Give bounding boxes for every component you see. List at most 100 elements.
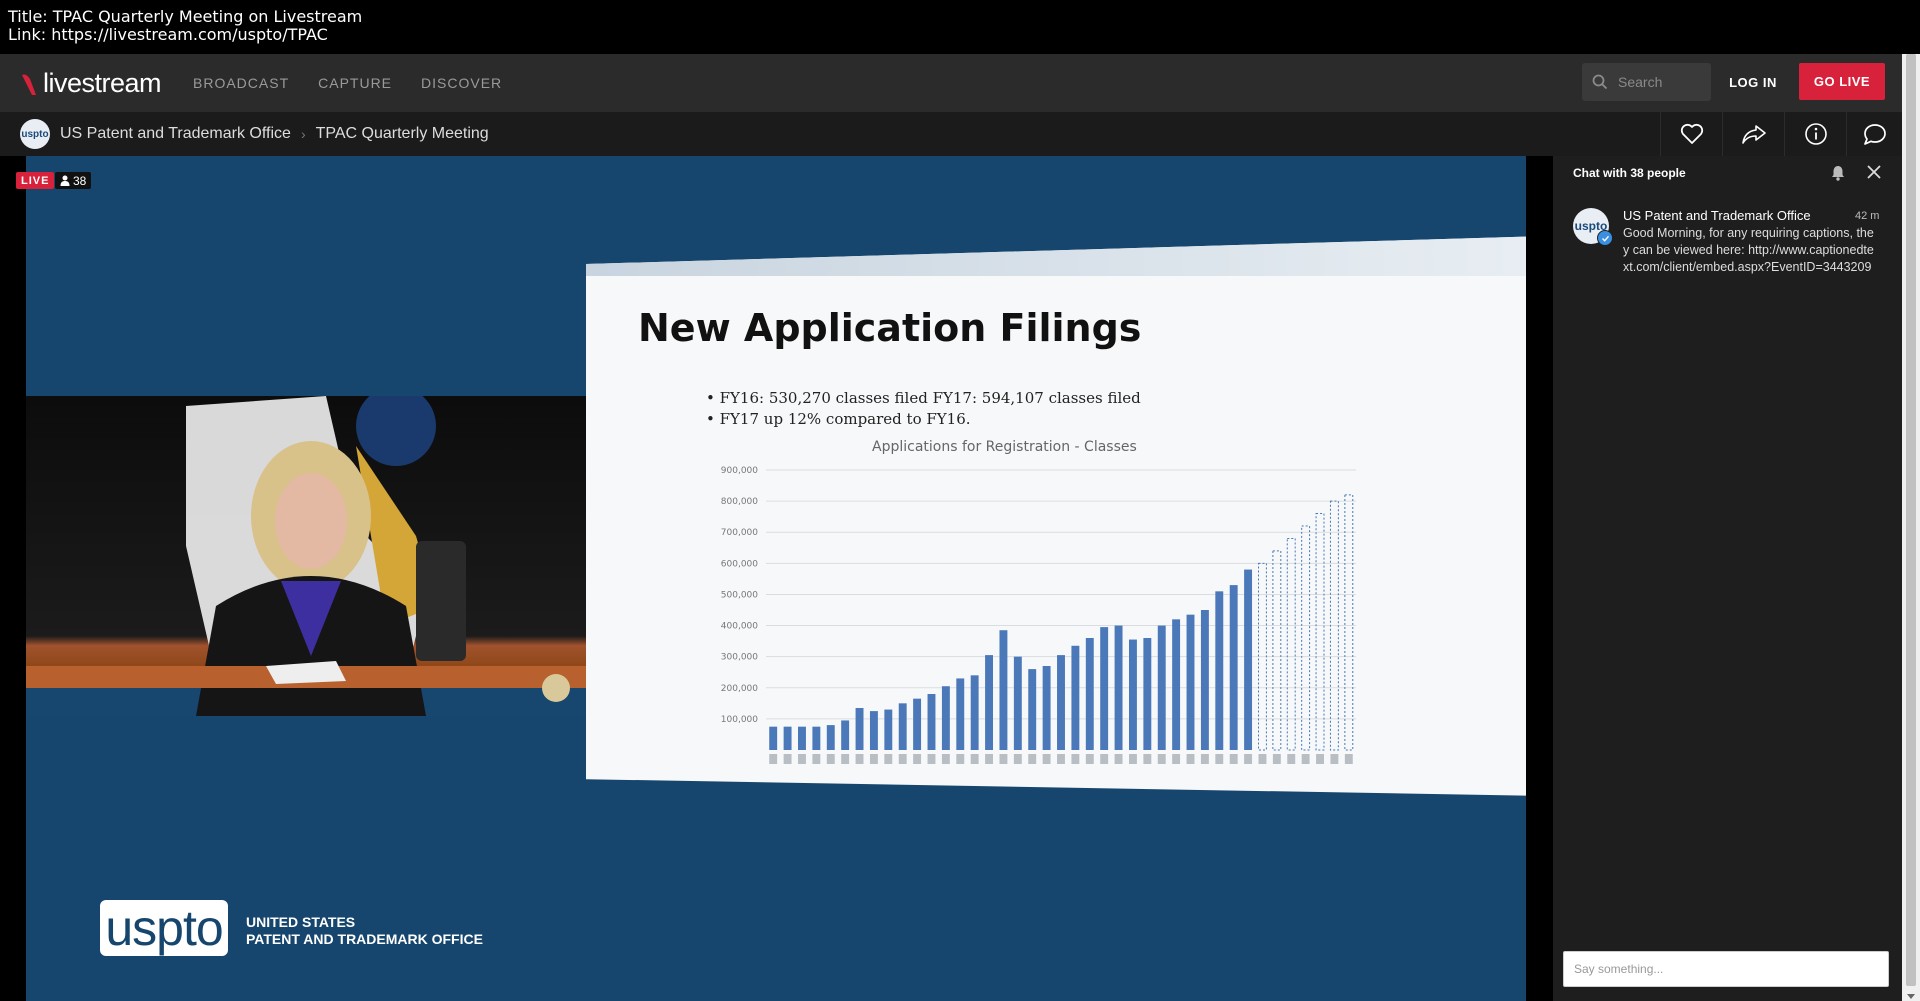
applications-bar-chart: 100,000 200,000 300,000 400,000 500,000 600,0…	[721, 466, 1356, 764]
chat-header: Chat with 38 people	[1573, 166, 1686, 180]
chart-y-tick-label: 600,000	[721, 559, 758, 569]
top-navbar: livestream BROADCAST CAPTURE DISCOVER LO…	[0, 54, 1902, 112]
chart-x-tick-label	[1100, 754, 1109, 764]
chart-bar	[1186, 614, 1195, 750]
breadcrumb-event[interactable]: TPAC Quarterly Meeting	[316, 125, 489, 143]
caption-strip: Title: TPAC Quarterly Meeting on Livestr…	[0, 0, 1920, 54]
chart-y-tick-label: 700,000	[721, 528, 758, 538]
chart-bar	[1315, 513, 1325, 751]
go-live-button[interactable]: GO LIVE	[1799, 63, 1885, 100]
chart-bar	[826, 725, 835, 750]
share-button[interactable]	[1722, 112, 1785, 156]
chart-x-tick-label	[898, 754, 907, 764]
chart-x-tick-label	[1013, 754, 1022, 764]
chart-bar	[1057, 655, 1065, 750]
message-time: 42 m	[1855, 210, 1880, 222]
info-button[interactable]	[1784, 112, 1847, 156]
scroll-down-arrow-icon[interactable]	[1907, 994, 1915, 999]
live-badge: LIVE	[16, 172, 55, 189]
chat-input[interactable]	[1564, 952, 1888, 986]
chart-x-tick-label	[1172, 754, 1181, 764]
slide-title: New Application Filings	[638, 306, 1142, 350]
breadcrumb-account[interactable]: US Patent and Trademark Office	[60, 125, 291, 143]
message-avatar[interactable]: uspto	[1573, 208, 1613, 246]
chart-bar	[1085, 638, 1094, 750]
chart-x-tick-label	[855, 754, 864, 764]
livestream-logo[interactable]: livestream	[20, 68, 162, 99]
account-avatar[interactable]: uspto	[20, 119, 50, 149]
chart-bar	[1200, 610, 1209, 750]
search-box[interactable]	[1582, 63, 1711, 101]
uspto-line-2: PATENT AND TRADEMARK OFFICE	[246, 931, 483, 947]
chart-bar	[841, 720, 850, 750]
close-icon[interactable]	[1866, 164, 1882, 180]
chart-x-tick-label	[826, 754, 835, 764]
page-scrollbar[interactable]	[1902, 54, 1920, 1001]
chart-x-tick-label	[1316, 754, 1324, 764]
chart-bar	[1157, 625, 1166, 750]
chart-x-tick-label	[783, 754, 792, 764]
chat-input-wrapper	[1563, 951, 1889, 987]
chart-x-tick-label	[1344, 754, 1353, 764]
viewer-count-value: 38	[73, 173, 87, 188]
account-avatar-text: uspto	[21, 128, 49, 140]
chat-panel: Chat with 38 people uspto US Patent and …	[1553, 156, 1902, 1001]
chart-bar	[1013, 656, 1022, 750]
chat-icon	[1864, 124, 1886, 145]
scrollbar-thumb[interactable]	[1906, 54, 1916, 986]
chart-bar	[1100, 627, 1109, 750]
chart-x-tick-label	[1042, 754, 1051, 764]
bell-icon[interactable]	[1831, 165, 1845, 181]
nav-capture[interactable]: CAPTURE	[318, 75, 392, 91]
chart-y-tick-label: 300,000	[721, 653, 758, 663]
logo-wordmark: livestream	[43, 68, 162, 98]
chart-bar	[884, 709, 893, 750]
nav-broadcast[interactable]: BROADCAST	[193, 75, 289, 91]
chart-bar	[769, 726, 778, 750]
message-body: Good Morning, for any requiring captions…	[1623, 226, 1874, 274]
event-subheader: uspto US Patent and Trademark Office › T…	[0, 112, 1902, 156]
chart-x-tick-label	[913, 754, 922, 764]
nav-discover[interactable]: DISCOVER	[421, 75, 502, 91]
chart-bar	[1042, 666, 1051, 750]
chart-bar	[999, 630, 1008, 750]
chart-bar	[1301, 525, 1311, 751]
chart-x-tick-label	[1186, 754, 1195, 764]
chart-bar	[970, 675, 979, 750]
chart-x-tick-label	[812, 754, 821, 764]
uspto-wordmark: UNITED STATES PATENT AND TRADEMARK OFFIC…	[246, 914, 483, 948]
chart-x-tick-label	[841, 754, 850, 764]
chart-x-tick-label	[927, 754, 936, 764]
chart-y-tick-label: 900,000	[721, 466, 758, 476]
chart-title: Applications for Registration - Classes	[872, 439, 1137, 455]
video-player[interactable]: New Application Filings • FY16: 530,270 …	[26, 156, 1526, 1001]
caption-link: Link: https://livestream.com/uspto/TPAC	[8, 25, 328, 44]
chart-bar	[1344, 494, 1354, 751]
search-input[interactable]	[1616, 73, 1704, 91]
chart-y-tick-label: 400,000	[721, 622, 758, 632]
chart-x-tick-label	[1272, 754, 1281, 764]
speaker-camera-image	[26, 386, 586, 716]
chart-x-tick-label	[1258, 754, 1267, 764]
login-button[interactable]: LOG IN	[1718, 63, 1788, 101]
chart-x-tick-label	[1085, 754, 1094, 764]
chart-x-tick-label	[1301, 754, 1310, 764]
message-author[interactable]: US Patent and Trademark Office	[1623, 208, 1811, 223]
chart-bar	[1114, 625, 1123, 750]
chart-x-tick-label	[1330, 754, 1339, 764]
search-icon	[1592, 74, 1608, 90]
like-button[interactable]	[1660, 112, 1723, 156]
chart-x-tick-label	[769, 754, 778, 764]
chart-bar	[812, 726, 821, 750]
chart-x-tick-label	[1057, 754, 1065, 764]
chart-bar	[1272, 550, 1282, 751]
chat-toggle-button[interactable]	[1846, 112, 1903, 156]
chart-bar	[956, 678, 965, 750]
chart-x-tick-label	[1157, 754, 1166, 764]
chart-bar	[798, 726, 806, 750]
livestream-mark-icon	[22, 74, 36, 95]
chart-x-tick-label	[1071, 754, 1080, 764]
chart-x-tick-label	[884, 754, 893, 764]
camera-feed	[26, 386, 586, 716]
uspto-logo: uspto	[100, 900, 228, 956]
